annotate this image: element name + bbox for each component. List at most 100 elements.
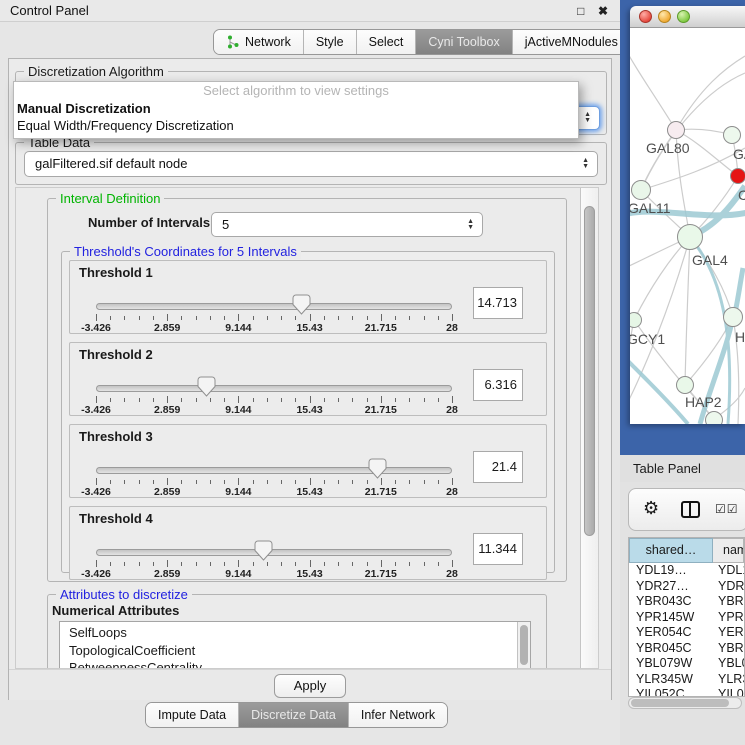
number-of-intervals-combobox[interactable]: 5 ▲▼ — [211, 212, 483, 237]
interval-definition-group: Interval Definition Number of Intervals … — [47, 198, 567, 582]
node-gal80[interactable] — [667, 121, 685, 139]
tab-discretize-data[interactable]: Discretize Data — [238, 703, 348, 727]
tab-style[interactable]: Style — [303, 30, 356, 54]
window-minimize-button[interactable] — [658, 10, 671, 23]
close-icon[interactable]: ✖ — [598, 4, 608, 18]
table-row[interactable]: YDL19…YDL1 — [629, 563, 744, 579]
threshold-value-field[interactable]: 14.713 — [473, 287, 523, 319]
gear-icon[interactable]: ⚙ — [643, 498, 659, 519]
threshold-card: Threshold 3 -3.4262.8599.14415.4321.7152… — [69, 424, 547, 498]
window-zoom-button[interactable] — [677, 10, 690, 23]
float-icon[interactable]: □ — [577, 4, 584, 18]
attribute-item[interactable]: SelfLoops — [69, 624, 530, 642]
threshold-value-field[interactable]: 6.316 — [473, 369, 523, 401]
table-cell: YBR045C — [629, 641, 713, 657]
table-row[interactable]: YPR145WYPR1 — [629, 610, 744, 626]
tab-select[interactable]: Select — [356, 30, 416, 54]
node-gal11[interactable] — [631, 180, 651, 200]
control-panel-title: Control Panel — [10, 3, 89, 18]
column-header[interactable]: name — [713, 538, 744, 563]
tab-network[interactable]: Network — [214, 30, 303, 54]
panel-scrollbar[interactable] — [580, 188, 598, 668]
algorithm-dropdown-popup: Select algorithm to view settings Manual… — [13, 81, 579, 139]
spinner-icon: ▲▼ — [467, 213, 474, 236]
node-hap2[interactable] — [676, 376, 694, 394]
panel-scrollbar-thumb[interactable] — [584, 206, 595, 536]
threshold-card: Threshold 1 -3.4262.8599.14415.4321.7152… — [69, 260, 547, 334]
spinner-icon: ▲▼ — [582, 152, 589, 176]
network-window-titlebar — [630, 6, 745, 28]
table-row[interactable]: YBR045CYBR0 — [629, 641, 744, 657]
table-cell: YPR1 — [713, 610, 744, 626]
settings-scroll-panel: Interval Definition Number of Intervals … — [15, 187, 599, 669]
table-cell: YDL19… — [629, 563, 713, 579]
threshold-slider-track[interactable] — [96, 303, 452, 310]
column-header[interactable]: shared… — [629, 538, 713, 563]
threshold-slider-thumb[interactable] — [292, 294, 311, 315]
tab-label: Infer Network — [361, 708, 435, 722]
table-row[interactable]: YLR345WYLR3 — [629, 672, 744, 688]
table-cell: YIL0 — [713, 687, 744, 697]
tab-impute-data[interactable]: Impute Data — [146, 703, 238, 727]
node-h[interactable] — [723, 307, 743, 327]
bottom-tab-bar: Impute Data Discretize Data Infer Networ… — [145, 702, 448, 728]
algorithm-option[interactable]: Manual Discretization — [14, 100, 578, 117]
table-cell: YIL052C — [629, 687, 713, 697]
algorithm-option[interactable]: Equal Width/Frequency Discretization — [14, 117, 578, 134]
node-c[interactable] — [730, 168, 745, 184]
slider-ticks — [96, 478, 452, 486]
tab-infer-network[interactable]: Infer Network — [348, 703, 447, 727]
table-row[interactable]: YER054CYER0 — [629, 625, 744, 641]
threshold-slider-thumb[interactable] — [368, 458, 387, 479]
tab-jactivemnodules[interactable]: jActiveMNodules — [512, 30, 630, 54]
tab-label: Select — [369, 35, 404, 49]
threshold-card: Threshold 4 -3.4262.8599.14415.4321.7152… — [69, 506, 547, 580]
attribute-item[interactable]: BetweennessCentrality — [69, 659, 530, 669]
threshold-card: Threshold 2 -3.4262.8599.14415.4321.7152… — [69, 342, 547, 416]
table-cell: YBR043C — [629, 594, 713, 610]
threshold-slider-track[interactable] — [96, 385, 452, 392]
tab-cyni-toolbox[interactable]: Cyni Toolbox — [415, 30, 511, 54]
slider-tick-labels: -3.4262.8599.14415.4321.71528 — [96, 568, 452, 579]
slider-tick-labels: -3.4262.8599.14415.4321.71528 — [96, 486, 452, 497]
table-hscrollbar[interactable] — [628, 697, 742, 709]
spinner-icon: ▲▼ — [584, 107, 591, 129]
threshold-slider-track[interactable] — [96, 549, 452, 556]
tab-label: Impute Data — [158, 708, 226, 722]
table-data-combobox[interactable]: galFiltered.sif default node ▲▼ — [24, 151, 598, 177]
threshold-slider-thumb[interactable] — [254, 540, 273, 561]
numerical-attributes-list[interactable]: SelfLoopsTopologicalCoefficientBetweenne… — [59, 621, 531, 669]
slider-ticks — [96, 314, 452, 322]
table-data-group: Table Data galFiltered.sif default node … — [15, 142, 607, 185]
algorithm-placeholder: Select algorithm to view settings — [14, 82, 578, 100]
network-icon — [226, 35, 240, 49]
table-cell: YBL0 — [713, 656, 744, 672]
slider-ticks — [96, 396, 452, 404]
threshold-value-field[interactable]: 21.4 — [473, 451, 523, 483]
table-data-value: galFiltered.sif default node — [35, 156, 187, 171]
network-window: GAL80GACGAL11GAL4GCY1HHAP2 — [630, 6, 745, 424]
threshold-slider-thumb[interactable] — [197, 376, 216, 397]
checkbox-icons[interactable]: ☑☑ — [715, 502, 739, 516]
table-hscrollbar-thumb[interactable] — [631, 699, 729, 707]
attribute-item[interactable]: TopologicalCoefficient — [69, 642, 530, 660]
table-row[interactable]: YBR043CYBR0 — [629, 594, 744, 610]
apply-button[interactable]: Apply — [274, 674, 346, 698]
table-panel: Table Panel ⚙ ☑☑ shared…name YDL19…YDL1Y… — [620, 455, 745, 745]
node-label: GAL11 — [630, 200, 671, 216]
node-gal4[interactable] — [677, 224, 703, 250]
columns-icon[interactable] — [681, 501, 700, 518]
attributes-group: Attributes to discretize Numerical Attri… — [47, 594, 547, 669]
threshold-slider-track[interactable] — [96, 467, 452, 474]
node[interactable] — [705, 411, 723, 424]
table-cell: YDR27… — [629, 579, 713, 595]
list-scrollbar-thumb[interactable] — [520, 625, 528, 665]
node-ga[interactable] — [723, 126, 741, 144]
list-scrollbar[interactable] — [517, 622, 530, 669]
threshold-value-field[interactable]: 11.344 — [473, 533, 523, 565]
table-row[interactable]: YIL052CYIL0 — [629, 687, 744, 697]
window-close-button[interactable] — [639, 10, 652, 23]
table-row[interactable]: YDR27…YDR2 — [629, 579, 744, 595]
network-canvas[interactable]: GAL80GACGAL11GAL4GCY1HHAP2 — [630, 28, 745, 424]
table-row[interactable]: YBL079WYBL0 — [629, 656, 744, 672]
